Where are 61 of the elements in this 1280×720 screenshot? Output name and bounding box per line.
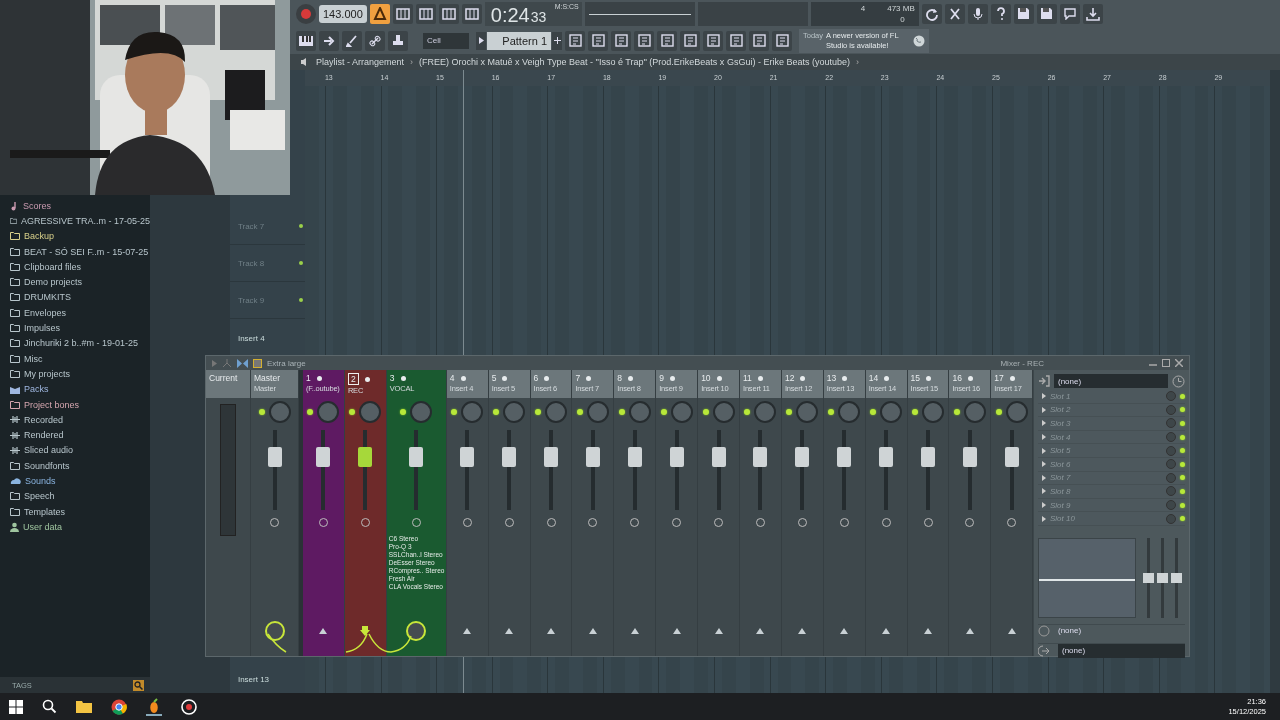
strip-number: 14: [868, 373, 879, 383]
browser-item[interactable]: Impulses: [10, 320, 150, 336]
strip-number: 9: [659, 373, 664, 383]
strip-number: 3: [389, 373, 395, 383]
browser-item[interactable]: User data: [10, 519, 150, 535]
strip-number: Master: [254, 373, 281, 383]
breadcrumb-separator: ›: [410, 57, 414, 67]
snap-dropdown[interactable]: Cell: [423, 32, 469, 49]
browser-item[interactable]: Sounds: [10, 473, 150, 489]
strip-number: 15: [910, 373, 921, 383]
current-strip[interactable]: Current: [206, 370, 251, 656]
browser-item[interactable]: AGRESSIVE TRA..m - 17-05-25: [10, 213, 150, 229]
cpu-value: 4: [860, 3, 866, 13]
browser-item[interactable]: Project bones: [10, 396, 150, 413]
strip-number: 5: [491, 373, 497, 383]
strip-number: 12: [784, 373, 795, 383]
song-time: 0:24: [490, 3, 530, 26]
browser-item[interactable]: Rendered: [10, 427, 150, 443]
strip-number: 8: [617, 373, 623, 383]
tempo-display[interactable]: 143.000: [319, 4, 367, 23]
song-time-fraction: 33: [530, 7, 547, 26]
strip-number: 1: [306, 373, 311, 383]
browser-item[interactable]: Soundfonts: [10, 458, 150, 474]
polyphony-value: 0: [900, 14, 905, 24]
browser-item[interactable]: Misc: [10, 350, 150, 367]
strip-number: 7: [575, 373, 581, 383]
window-title: Playlist - Arrangement: [316, 57, 405, 67]
browser-item[interactable]: Jinchuriki 2 b..#m - 19-01-25: [10, 335, 150, 351]
strip-number: 11: [743, 373, 752, 383]
strip-number: 17: [994, 373, 1004, 383]
browser-item[interactable]: Templates: [10, 503, 150, 520]
strip-number: 4: [449, 373, 455, 383]
browser-item[interactable]: My projects: [10, 366, 150, 382]
size-label[interactable]: Extra large: [267, 358, 306, 368]
insert-label[interactable]: Insert 4: [237, 333, 265, 343]
strip-number: 2: [347, 373, 359, 385]
browser-item[interactable]: Speech: [10, 488, 150, 504]
output-dropdown[interactable]: (none): [1058, 643, 1185, 658]
strip-number: 13: [826, 373, 837, 383]
strip-label: Current: [209, 373, 239, 383]
eq-preset[interactable]: (none): [1058, 626, 1082, 636]
window-title: Mixer - REC: [1000, 358, 1044, 368]
insert-label[interactable]: Insert 13: [237, 674, 270, 684]
browser-item[interactable]: Backup: [10, 228, 150, 244]
browser-item[interactable]: BEAT - SÓ SEI F..m - 15-07-25: [10, 243, 150, 260]
browser-item[interactable]: Clipboard files: [10, 259, 150, 275]
breadcrumb-separator: ›: [855, 57, 859, 67]
song-title: (FREE) Orochi x Matuê x Veigh Type Beat - ''Isso é Trap'' (Prod.ErikeBeats x GsGui) - Erike Beats (youtube): [419, 57, 850, 67]
browser-item[interactable]: Demo projects: [10, 274, 150, 290]
strip-number: 16: [952, 373, 962, 383]
pattern-selector[interactable]: Pattern 1: [487, 31, 551, 50]
browser-item[interactable]: Envelopes: [10, 305, 150, 321]
browser-item[interactable]: Scores: [10, 198, 150, 214]
memory-value: 473 MB: [887, 3, 915, 13]
strip-number: 6: [533, 373, 539, 383]
browser-item[interactable]: Sliced audio: [10, 442, 150, 459]
input-dropdown[interactable]: (none): [1054, 374, 1168, 388]
browser-item[interactable]: DRUMKITS: [10, 289, 150, 306]
browser-item[interactable]: Recorded: [10, 412, 150, 428]
browser-item[interactable]: Packs: [10, 381, 150, 397]
strip-number: 10: [701, 373, 711, 383]
